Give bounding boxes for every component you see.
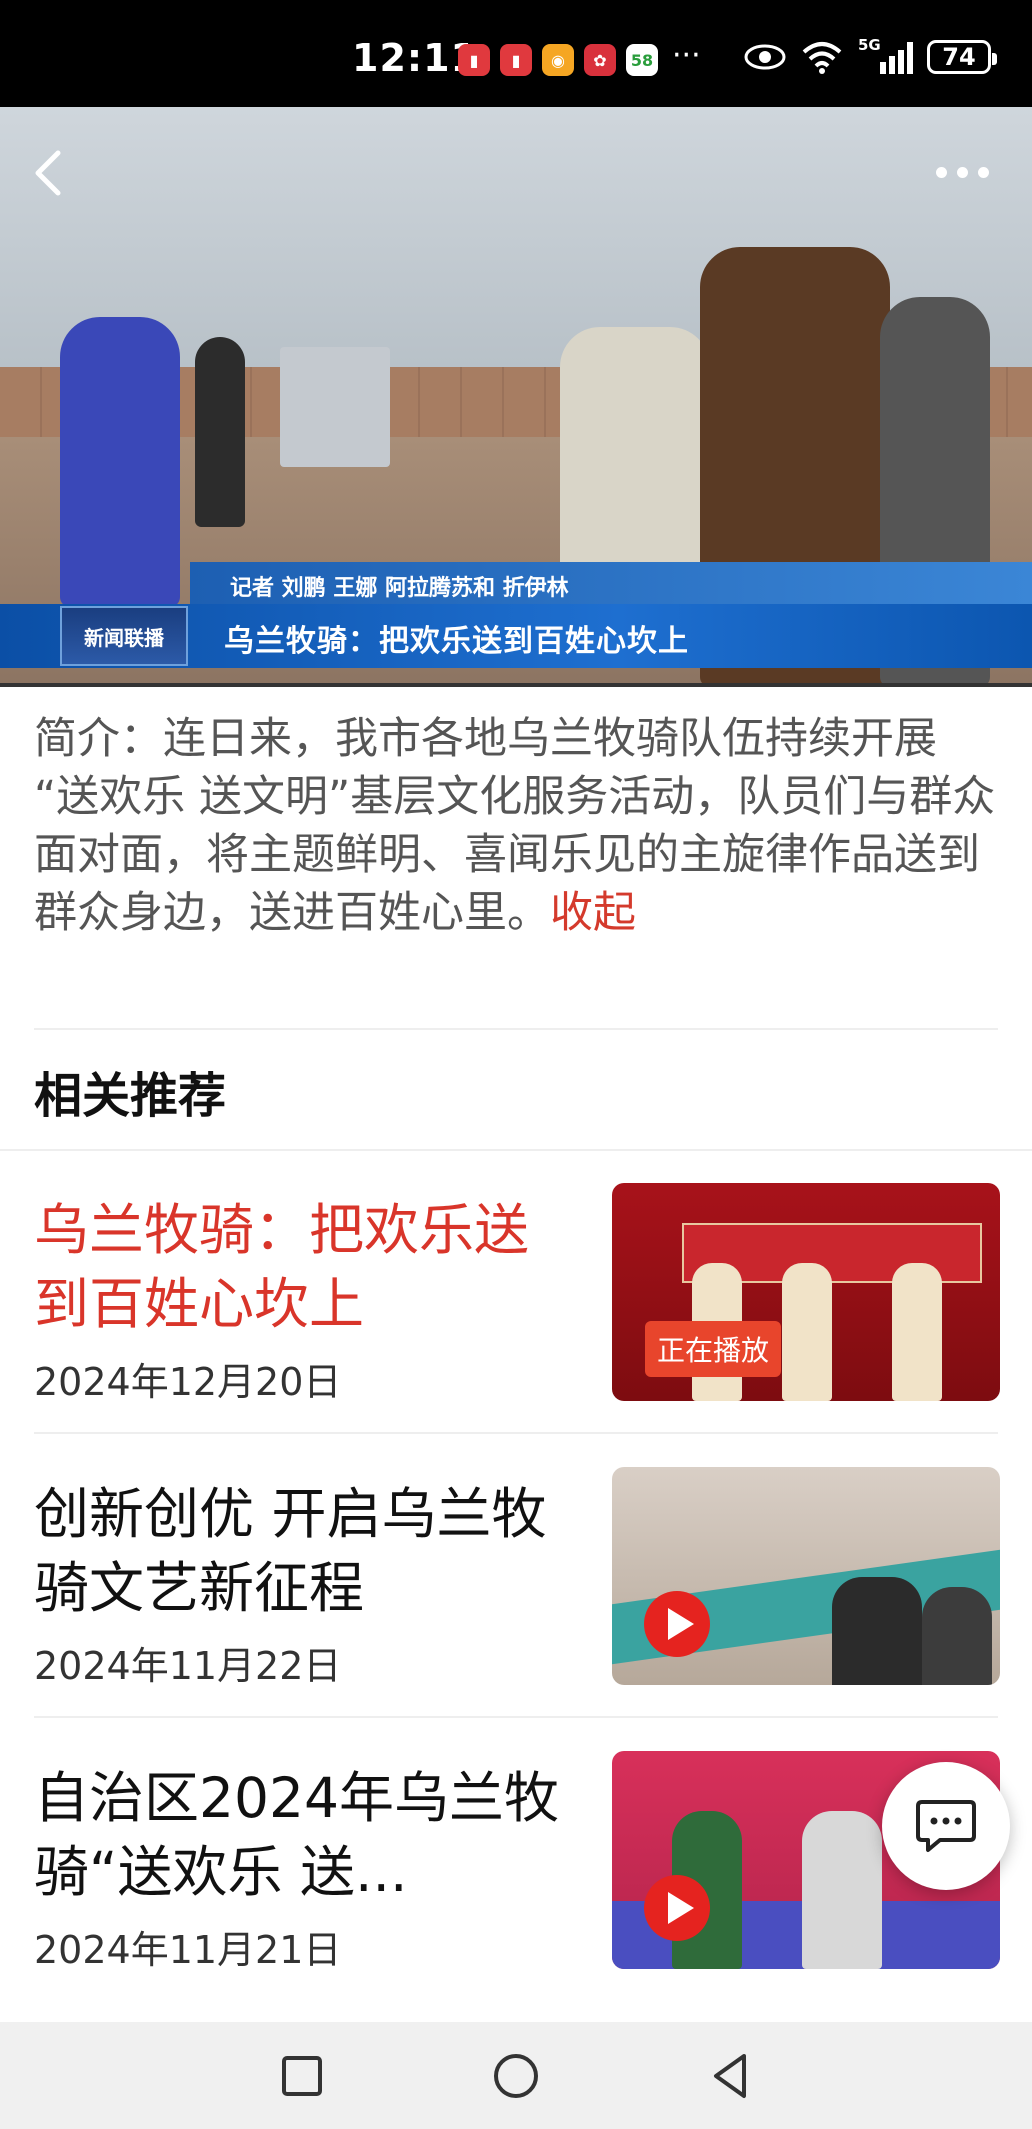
status-bar: 12:11 ▮ ▮ ◉ ✿ 58 ··· 5G 74	[0, 0, 1032, 107]
signal-icon: 5G	[858, 36, 913, 74]
battery-indicator: 74	[927, 40, 997, 74]
related-item[interactable]: 自治区2024年乌兰牧骑“送欢乐 送... 2024年11月21日	[0, 1751, 1032, 2033]
related-item[interactable]: 创新创优 开启乌兰牧骑文艺新征程 2024年11月22日	[0, 1467, 1032, 1749]
video-figure	[195, 337, 245, 527]
notification-icons: ▮ ▮ ◉ ✿ 58	[458, 44, 658, 76]
performer-figure	[892, 1263, 942, 1401]
play-icon[interactable]	[644, 1875, 710, 1941]
related-item-title: 乌兰牧骑：把欢乐送到百姓心坎上	[34, 1198, 530, 1336]
related-item-title: 创新创优 开启乌兰牧骑文艺新征程	[34, 1482, 547, 1620]
eye-icon	[744, 44, 786, 70]
divider	[34, 1028, 998, 1030]
divider	[34, 1716, 998, 1718]
video-player[interactable]: 记者 刘鹏 王娜 阿拉腾苏和 折伊林 新闻联播 乌兰牧骑：把欢乐送到百姓心坎上	[0, 107, 1032, 687]
related-item-date: 2024年12月20日	[34, 1360, 342, 1404]
related-section-title: 相关推荐	[34, 1068, 227, 1124]
app-icon-red-book-2: ▮	[500, 44, 532, 76]
video-headline: 乌兰牧骑：把欢乐送到百姓心坎上	[224, 624, 689, 659]
comment-button[interactable]	[882, 1762, 1010, 1890]
system-nav-bar	[0, 2022, 1032, 2129]
app-58-icon: 58	[626, 44, 658, 76]
video-description: 简介：连日来，我市各地乌兰牧骑队伍持续开展 “送欢乐 送文明”基层文化服务活动，…	[34, 710, 1000, 942]
huawei-icon: ✿	[584, 44, 616, 76]
video-progress-bar[interactable]	[0, 683, 1032, 687]
related-item-thumbnail	[612, 1467, 1000, 1685]
program-logo: 新闻联播	[60, 606, 188, 666]
divider	[34, 1432, 998, 1434]
collapse-link[interactable]: 收起	[550, 888, 636, 938]
related-item[interactable]: 乌兰牧骑：把欢乐送到百姓心坎上 2024年12月20日 正在播放	[0, 1183, 1032, 1465]
divider	[0, 1149, 1032, 1151]
video-figure	[60, 317, 180, 607]
more-notifications-icon: ···	[672, 38, 701, 73]
related-item-thumbnail: 正在播放	[612, 1183, 1000, 1401]
attendee-figure	[922, 1587, 992, 1685]
more-options-icon[interactable]	[936, 167, 989, 178]
attendee-figure	[832, 1577, 922, 1685]
description-text: 简介：连日来，我市各地乌兰牧骑队伍持续开展 “送欢乐 送文明”基层文化服务活动，…	[34, 714, 996, 938]
related-item-title: 自治区2024年乌兰牧骑“送欢乐 送...	[34, 1766, 559, 1904]
app-icon-red-book: ▮	[458, 44, 490, 76]
related-item-date: 2024年11月21日	[34, 1928, 342, 1972]
now-playing-badge: 正在播放	[645, 1321, 782, 1377]
video-reporters: 记者 刘鹏 王娜 阿拉腾苏和 折伊林	[190, 562, 1032, 604]
performer-figure	[802, 1811, 882, 1969]
play-icon[interactable]	[644, 1591, 710, 1657]
video-lower-third: 新闻联播 乌兰牧骑：把欢乐送到百姓心坎上	[0, 604, 1032, 668]
status-right: 5G 74	[744, 36, 997, 74]
video-figure	[560, 327, 710, 597]
network-type: 5G	[858, 36, 881, 54]
performer-figure	[782, 1263, 832, 1401]
video-figure	[280, 347, 390, 467]
back-nav-icon[interactable]	[706, 2050, 758, 2102]
home-icon[interactable]	[490, 2050, 542, 2102]
weibo-icon: ◉	[542, 44, 574, 76]
related-item-date: 2024年11月22日	[34, 1644, 342, 1688]
recent-apps-icon[interactable]	[276, 2050, 328, 2102]
chat-bubble-icon	[916, 1800, 976, 1852]
wifi-icon	[802, 42, 842, 74]
back-arrow-icon[interactable]	[22, 143, 82, 203]
